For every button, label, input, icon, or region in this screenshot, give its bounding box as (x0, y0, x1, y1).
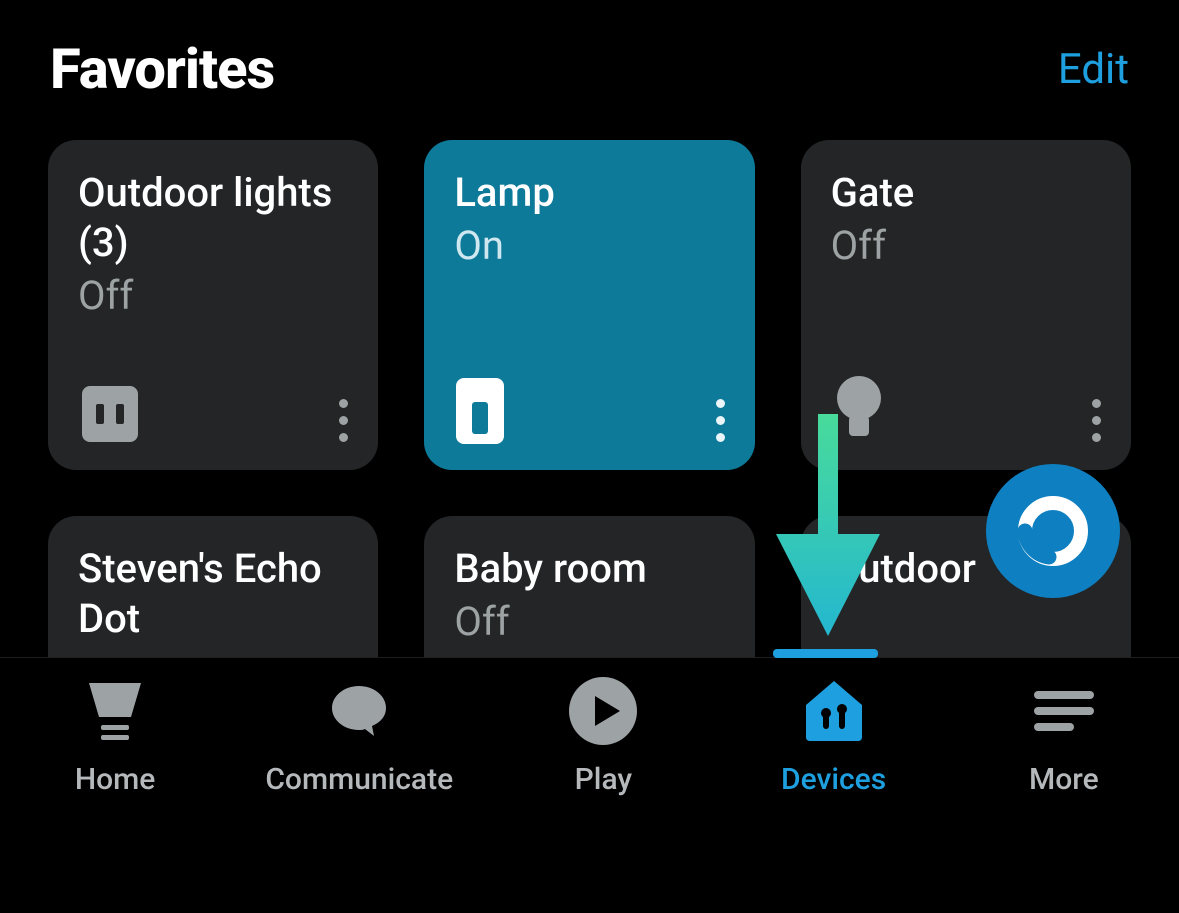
tab-label: Home (75, 762, 156, 797)
card-more-icon[interactable] (339, 399, 348, 446)
device-name: Baby room (454, 544, 724, 594)
plug-icon (78, 382, 142, 446)
device-card-lamp[interactable]: Lamp On (424, 140, 754, 470)
device-card-gate[interactable]: Gate Off (801, 140, 1131, 470)
chat-icon (324, 676, 394, 746)
tab-label: Play (575, 762, 632, 797)
header-bar: Favorites Edit (0, 0, 1179, 122)
device-state: On (454, 222, 724, 269)
page-title: Favorites (50, 36, 274, 102)
device-name: Outdoor lights (3) (78, 168, 348, 268)
device-name: Lamp (454, 168, 724, 218)
device-state: Off (454, 598, 724, 645)
play-icon (568, 676, 638, 746)
more-icon (1029, 676, 1099, 746)
tab-devices[interactable]: Devices (754, 676, 914, 797)
bulb-icon (831, 374, 887, 446)
favorites-grid: Outdoor lights (3) Off Lamp On (0, 122, 1179, 676)
device-card-outdoor-lights[interactable]: Outdoor lights (3) Off (48, 140, 378, 470)
card-more-icon[interactable] (1092, 399, 1101, 446)
devices-icon (799, 676, 869, 746)
tab-label: Communicate (265, 762, 453, 797)
tab-play[interactable]: Play (523, 676, 683, 797)
bottom-tab-bar: Home Communicate Play (0, 657, 1179, 913)
device-card-echo-dot[interactable]: Steven's Echo Dot (48, 516, 378, 676)
card-more-icon[interactable] (716, 399, 725, 446)
tab-label: Devices (781, 762, 886, 797)
switch-icon (454, 376, 506, 446)
device-name: Gate (831, 168, 1101, 218)
alexa-fab-button[interactable] (986, 464, 1120, 598)
alexa-ring-icon (1017, 495, 1089, 567)
edit-button[interactable]: Edit (1058, 45, 1129, 94)
device-state: Off (78, 272, 348, 319)
device-state: Off (831, 222, 1101, 269)
tab-home[interactable]: Home (35, 676, 195, 797)
device-card-baby-room[interactable]: Baby room Off (424, 516, 754, 676)
tab-communicate[interactable]: Communicate (265, 676, 453, 797)
device-name: Steven's Echo Dot (78, 544, 348, 644)
tab-label: More (1029, 762, 1099, 797)
home-icon (80, 676, 150, 746)
tab-more[interactable]: More (984, 676, 1144, 797)
